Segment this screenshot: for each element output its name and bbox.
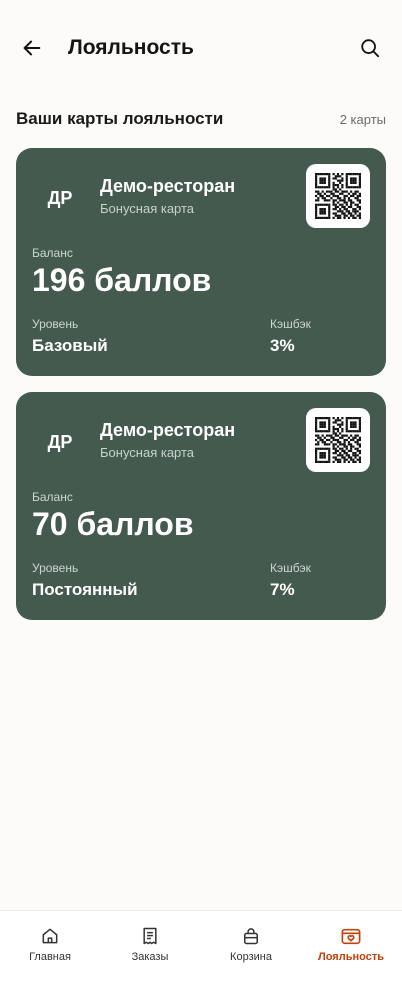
back-button[interactable] [18,34,46,62]
level-label: Уровень [32,561,79,575]
cards-count: 2 карты [339,111,386,127]
nav-label: Лояльность [318,951,384,963]
balance-value: 196 баллов [32,262,212,298]
header: Лояльность [0,0,402,96]
level-label: Уровень [32,317,79,331]
loyalty-card-icon [340,925,362,947]
level-value: Постоянный [32,580,138,599]
nav-label: Главная [29,951,71,963]
card-type: Бонусная карта [100,445,195,460]
balance-label: Баланс [32,490,73,504]
qr-code-button[interactable] [306,408,370,472]
cashback-value: 7% [270,580,295,599]
section-header: Ваши карты лояльности 2 карты [16,106,386,132]
receipt-icon [139,925,161,947]
restaurant-name: Демо-ресторан [100,420,236,440]
card-type: Бонусная карта [100,201,195,216]
loyalty-card[interactable]: ДР Демо-ресторан Бонусная карта Баланс 1… [16,148,386,376]
nav-item-cart[interactable]: Корзина [201,911,301,981]
bag-icon [240,925,262,947]
nav-item-orders[interactable]: Заказы [100,911,200,981]
restaurant-name: Демо-ресторан [100,176,236,196]
loyalty-card[interactable]: ДР Демо-ресторан Бонусная карта Баланс 7… [16,392,386,620]
qr-code-icon [315,417,361,463]
qr-code-icon [315,173,361,219]
search-button[interactable] [356,34,384,62]
balance-label: Баланс [32,246,73,260]
nav-item-home[interactable]: Главная [0,911,100,981]
nav-label: Корзина [230,951,272,963]
cashback-value: 3% [270,336,295,355]
nav-label: Заказы [131,951,169,963]
bottom-nav: Главная Заказы Корзина Лояльность [0,910,402,1006]
page-title: Лояльность [68,36,194,59]
restaurant-avatar: ДР [47,431,73,452]
restaurant-avatar: ДР [47,187,73,208]
balance-value: 70 баллов [32,506,194,542]
cashback-label: Кэшбэк [270,561,311,575]
search-icon [361,39,380,58]
arrow-left-icon [23,40,41,56]
cashback-label: Кэшбэк [270,317,311,331]
nav-item-loyalty[interactable]: Лояльность [301,911,401,981]
level-value: Базовый [32,336,108,355]
qr-code-button[interactable] [306,164,370,228]
section-title: Ваши карты лояльности [16,109,224,128]
home-icon [39,925,61,947]
